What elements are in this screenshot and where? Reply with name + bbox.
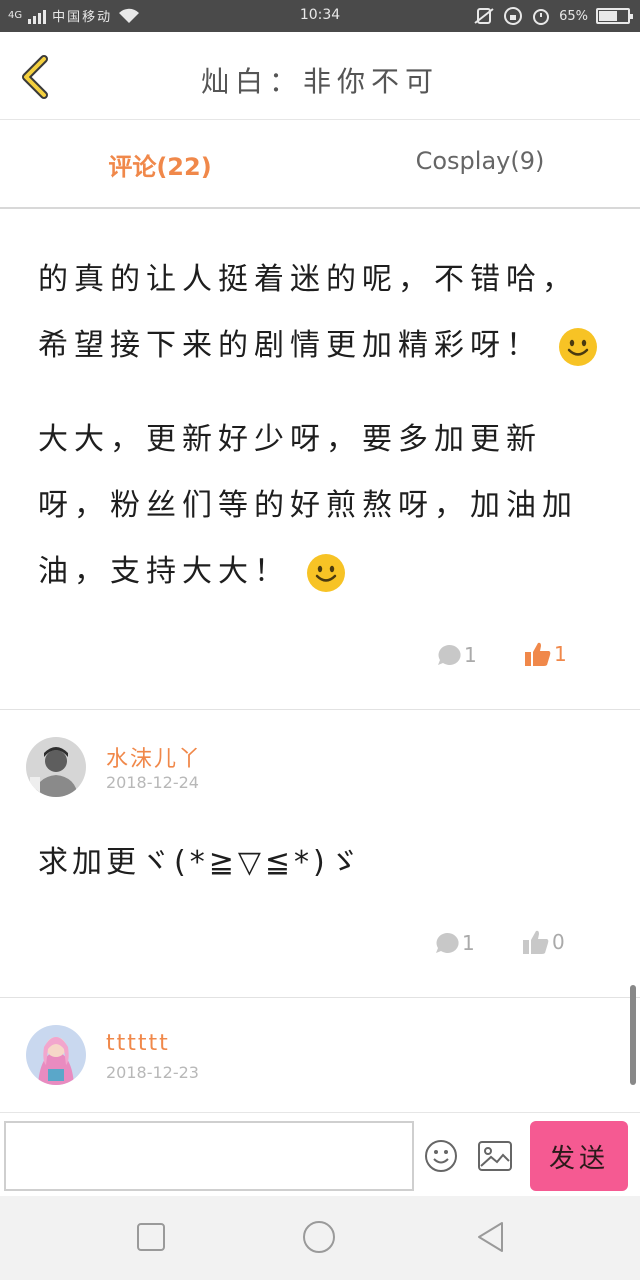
- user-avatar-image: [26, 1025, 86, 1085]
- image-icon[interactable]: [478, 1141, 512, 1171]
- status-right: 65%: [473, 6, 633, 26]
- like-count: 1: [554, 642, 567, 666]
- comment-input[interactable]: [4, 1121, 414, 1191]
- recent-apps-icon[interactable]: [134, 1220, 168, 1254]
- reply-count: 1: [462, 931, 475, 955]
- home-icon[interactable]: [302, 1220, 336, 1254]
- tab-comments[interactable]: 评论(22): [0, 147, 320, 182]
- avatar[interactable]: [26, 737, 86, 797]
- status-bar: 4G 中国移动 10:34 65%: [0, 0, 640, 32]
- comment-bubble-icon: [436, 932, 459, 953]
- comment-list: 中，哈哈，这我喜欢的类型的呢，看 的真的让人挺着迷的呢，不错哈，希望接下来的剧情…: [0, 211, 640, 1111]
- comment-text-partial: 中，哈哈，这我喜欢的类型的呢，看: [38, 211, 598, 229]
- scrollbar[interactable]: [630, 985, 636, 1085]
- back-triangle-icon[interactable]: [474, 1220, 508, 1254]
- thumbs-up-icon: [523, 930, 549, 954]
- comment-input-bar: 发送: [0, 1112, 640, 1196]
- comment-paragraph-1: 的真的让人挺着迷的呢，不错哈，希望接下来的剧情更加精彩呀！: [38, 262, 578, 363]
- comment-bubble-icon: [438, 644, 461, 665]
- like-button[interactable]: 1: [524, 641, 567, 667]
- header: 灿白：非你不可: [0, 32, 640, 120]
- like-count: 0: [552, 930, 565, 954]
- smiley-emoji-icon: [558, 327, 597, 366]
- system-nav-bar: [0, 1196, 640, 1280]
- comment-username[interactable]: tttttt: [106, 1031, 170, 1056]
- avatar[interactable]: [26, 1025, 86, 1085]
- comment-text-paragraph: 的真的让人挺着迷的呢，不错哈，希望接下来的剧情更加精彩呀！: [38, 247, 598, 379]
- tab-bar: 评论(22) Cosplay(9): [0, 121, 640, 209]
- tab-cosplay[interactable]: Cosplay(9): [320, 147, 640, 175]
- user-avatar-image: [26, 737, 86, 797]
- like-button[interactable]: 0: [522, 929, 565, 955]
- send-button[interactable]: 发送: [530, 1121, 628, 1191]
- thumbs-up-icon: [525, 642, 551, 666]
- reply-button[interactable]: 1: [436, 643, 477, 667]
- comment-divider: [0, 997, 640, 998]
- page-title: 灿白：非你不可: [200, 65, 439, 98]
- comment-date: 2018-12-23: [106, 1063, 199, 1082]
- battery-percent: 65%: [559, 8, 588, 24]
- reply-button[interactable]: 1: [434, 931, 475, 955]
- silent-icon: [474, 8, 494, 24]
- comment-date: 2018-12-24: [106, 773, 199, 792]
- lock-rotation-icon: [504, 7, 523, 25]
- comment-partial-line: 中，哈哈，这我喜欢的类型的呢，看: [38, 211, 578, 229]
- alarm-icon: [533, 9, 550, 25]
- comment-text-paragraph: 大大，更新好少呀，要多加更新呀，粉丝们等的好煎熬呀，加油加油，支持大大！: [38, 407, 598, 605]
- battery-icon: [596, 8, 633, 24]
- reply-count: 1: [464, 643, 477, 667]
- smiley-emoji-icon: [306, 553, 345, 592]
- emoji-icon[interactable]: [424, 1139, 458, 1173]
- comment-text: 求加更ヾ(*≧▽≦*)ゞ: [38, 845, 363, 880]
- comment-username[interactable]: 水沫儿丫: [106, 741, 202, 773]
- comment-divider: [0, 709, 640, 710]
